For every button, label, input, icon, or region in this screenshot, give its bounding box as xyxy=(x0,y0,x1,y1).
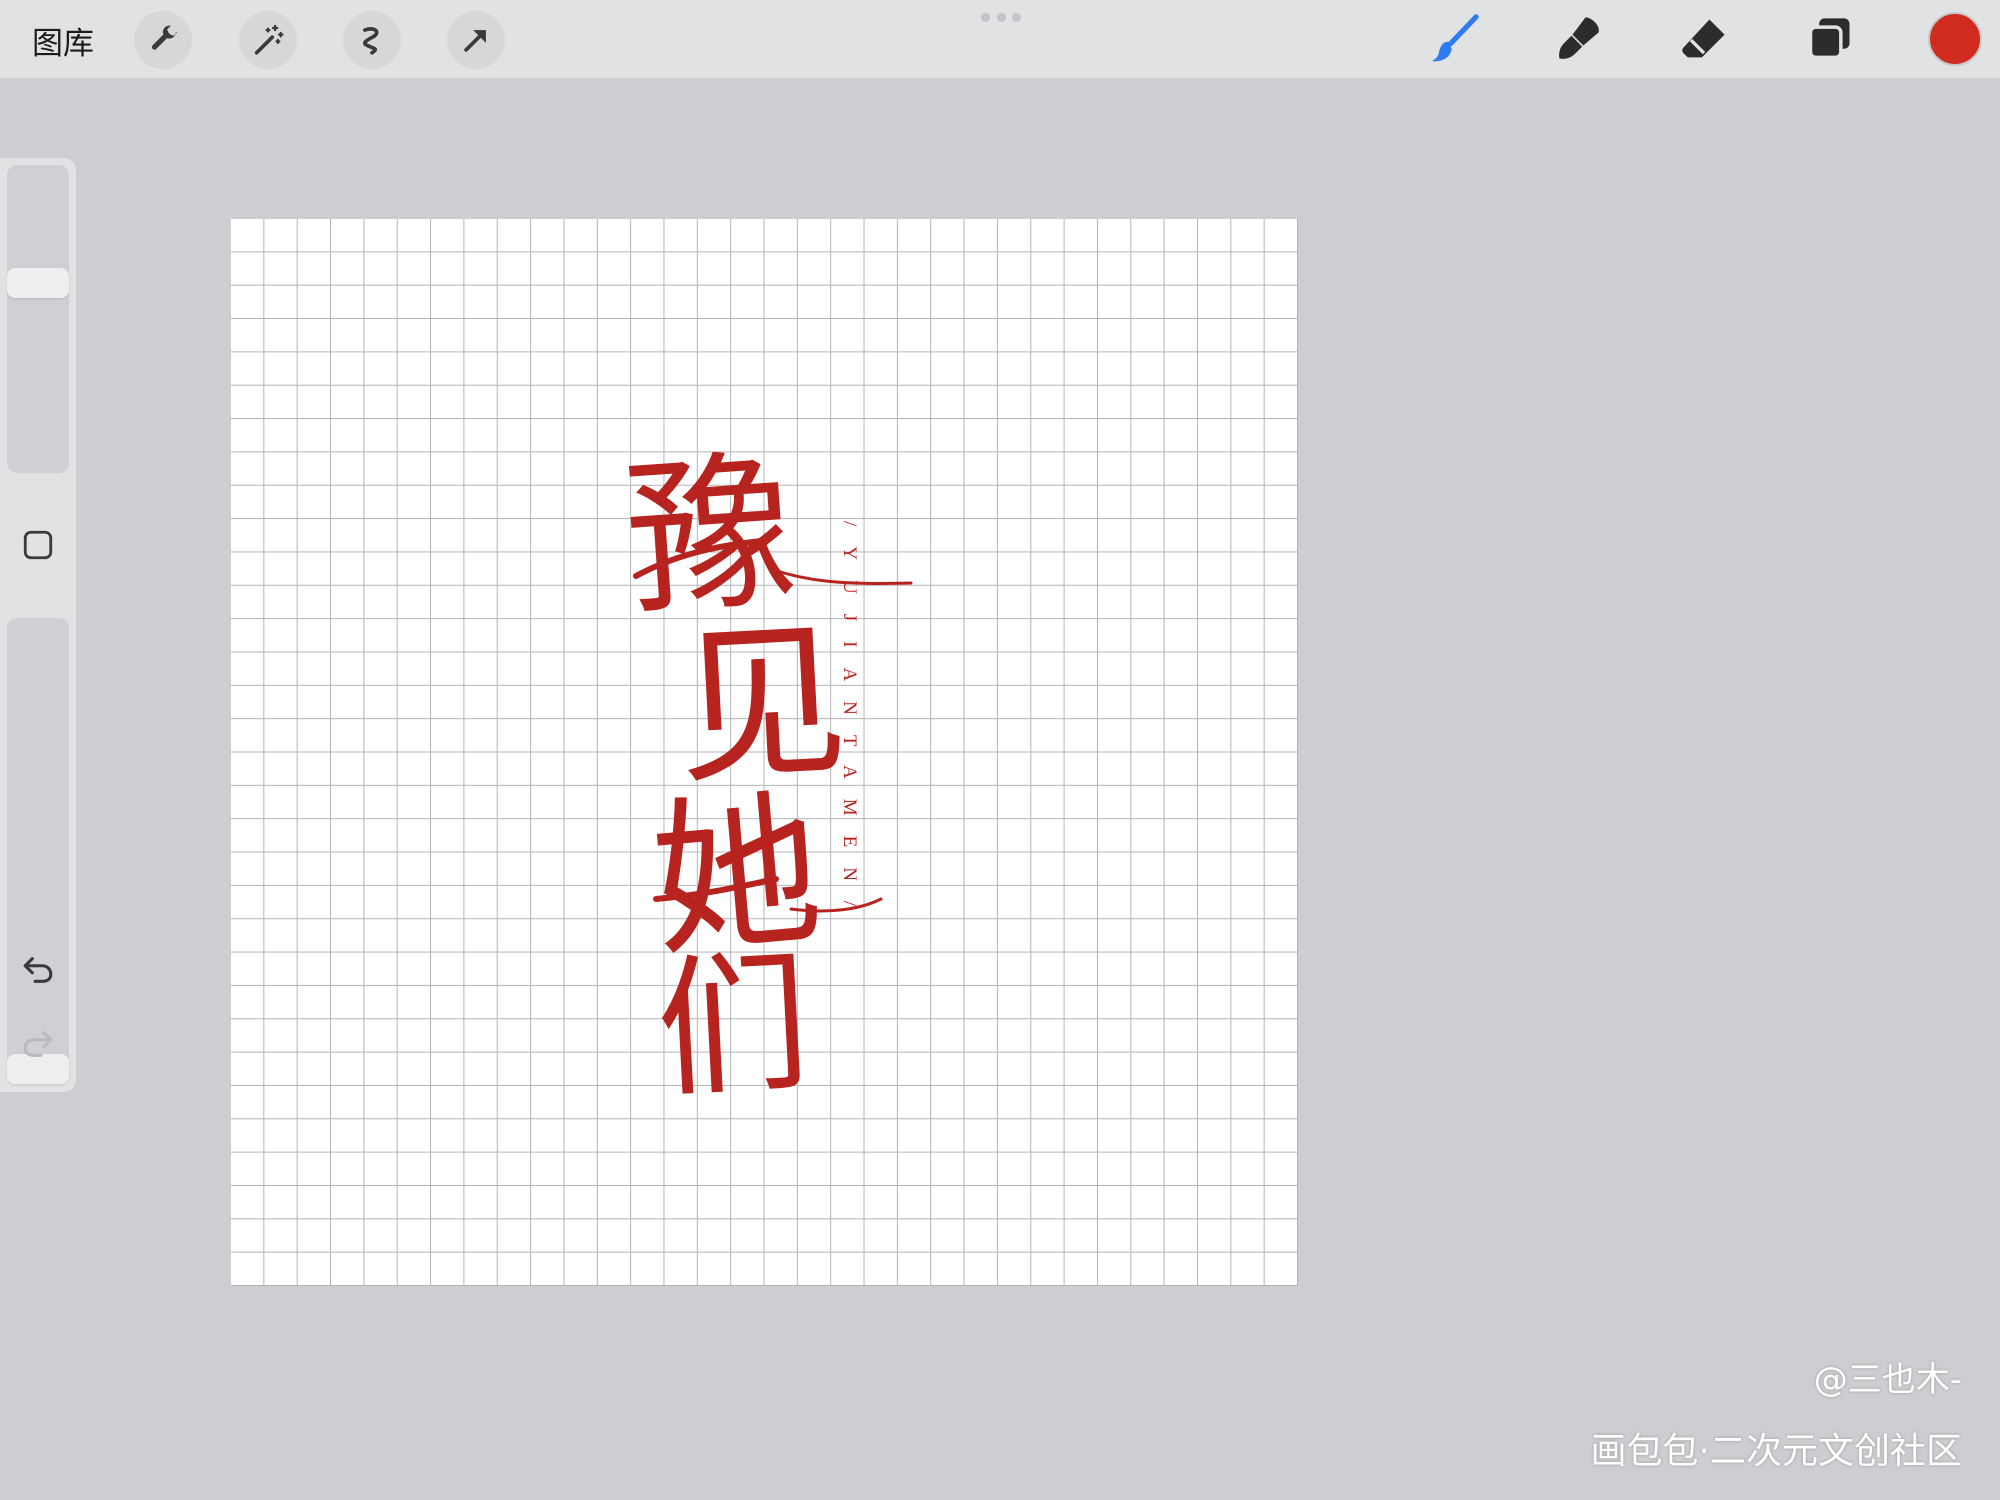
redo-button[interactable] xyxy=(18,1024,58,1064)
undo-arrow-icon xyxy=(23,957,53,983)
adjustments-button[interactable] xyxy=(239,11,297,69)
brush-tool-button[interactable] xyxy=(1424,8,1484,70)
square-icon xyxy=(23,530,53,560)
drawing-canvas[interactable]: 豫 见 她 们 /YUJIANTAMEN/ xyxy=(231,219,1298,1286)
wrench-icon xyxy=(151,25,178,50)
gallery-button[interactable]: 图库 xyxy=(32,18,94,63)
eraser-tool-button[interactable] xyxy=(1674,8,1734,70)
toolbar-grabber[interactable] xyxy=(981,13,1021,23)
pinyin-vertical-text: /YUJIANTAMEN/ xyxy=(839,521,860,926)
transform-arrow-icon xyxy=(464,30,486,52)
selection-button[interactable] xyxy=(343,11,401,69)
top-toolbar: 图库 xyxy=(0,0,2000,78)
selection-icon xyxy=(363,27,379,55)
brush-size-slider[interactable] xyxy=(7,165,69,473)
layers-icon xyxy=(1808,18,1850,60)
smudge-tool-button[interactable] xyxy=(1549,8,1609,70)
magic-wand-icon xyxy=(254,24,284,55)
brush-size-thumb[interactable] xyxy=(7,267,69,298)
left-sidebar xyxy=(0,158,76,1092)
transform-button[interactable] xyxy=(447,11,505,69)
smudge-icon xyxy=(1559,17,1599,59)
layers-button[interactable] xyxy=(1800,8,1860,70)
watermark-site: 画包包·二次元文创社区 xyxy=(1590,1431,1962,1472)
calligraphy-char-4: 们 xyxy=(652,934,813,1119)
eraser-icon xyxy=(1682,19,1725,58)
redo-arrow-icon xyxy=(23,1031,53,1057)
modify-button[interactable] xyxy=(19,526,57,564)
undo-button[interactable] xyxy=(18,950,58,990)
brush-icon xyxy=(1431,14,1479,62)
color-picker-button[interactable] xyxy=(1928,12,1982,66)
actions-button[interactable] xyxy=(134,11,192,69)
calligraphy-artwork: 豫 见 她 们 /YUJIANTAMEN/ xyxy=(621,432,913,1119)
opacity-slider[interactable] xyxy=(7,618,69,1084)
watermark-author: @三也木- xyxy=(1813,1360,1962,1400)
